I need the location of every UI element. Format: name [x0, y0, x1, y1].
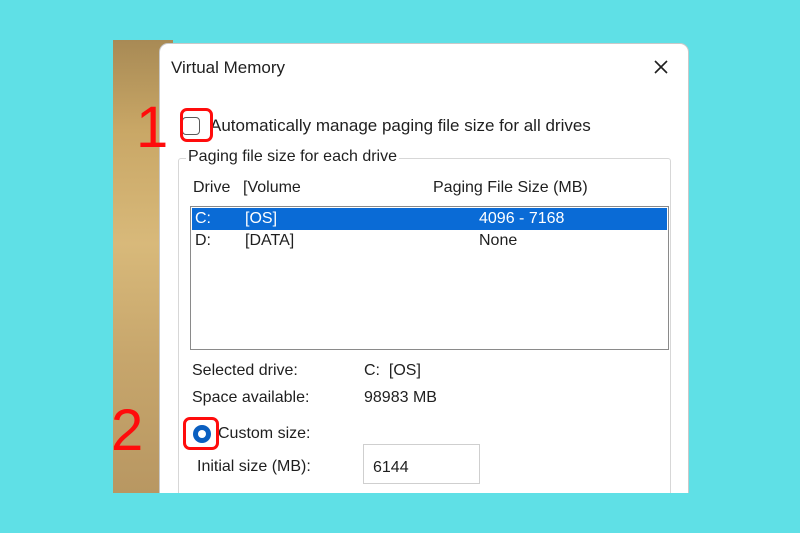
paging-group-title: Paging file size for each drive — [186, 148, 399, 166]
step-1-highlight — [180, 108, 213, 142]
auto-manage-row[interactable]: Automatically manage paging file size fo… — [182, 116, 591, 136]
selected-drive-value: C: [OS] — [364, 362, 421, 379]
drive-paging-size: None — [479, 232, 518, 249]
auto-manage-label: Automatically manage paging file size fo… — [210, 116, 591, 135]
close-icon — [654, 60, 668, 74]
column-header-drive: Drive — [193, 179, 231, 196]
initial-size-input[interactable] — [363, 444, 480, 484]
drive-volume: [OS] — [245, 210, 278, 227]
dialog-title: Virtual Memory — [171, 58, 285, 77]
step-2-highlight — [183, 417, 219, 450]
custom-size-label: Custom size: — [218, 425, 311, 442]
background-strip — [113, 493, 800, 533]
space-available-value: 98983 MB — [364, 389, 437, 406]
step-1-number: 1 — [136, 95, 169, 160]
drive-row-c[interactable]: C: [OS] 4096 - 7168 — [192, 208, 667, 230]
selected-drive-label: Selected drive: — [192, 362, 298, 379]
drive-volume: [DATA] — [245, 232, 295, 249]
close-button[interactable] — [644, 52, 678, 82]
drive-list[interactable]: C: [OS] 4096 - 7168 D: [DATA] None — [190, 206, 669, 350]
column-header-size: Paging File Size (MB) — [433, 179, 588, 196]
drive-paging-size: 4096 - 7168 — [479, 210, 565, 227]
drive-row-d[interactable]: D: [DATA] None — [191, 230, 668, 252]
drive-letter: D: — [195, 232, 211, 249]
step-2-number: 2 — [111, 398, 144, 463]
drive-letter: C: — [195, 210, 211, 227]
space-available-label: Space available: — [192, 389, 310, 406]
initial-size-label: Initial size (MB): — [197, 458, 311, 475]
virtual-memory-dialog: Virtual Memory Automatically manage pagi… — [160, 44, 688, 504]
column-header-volume: [Volume — [243, 179, 301, 196]
